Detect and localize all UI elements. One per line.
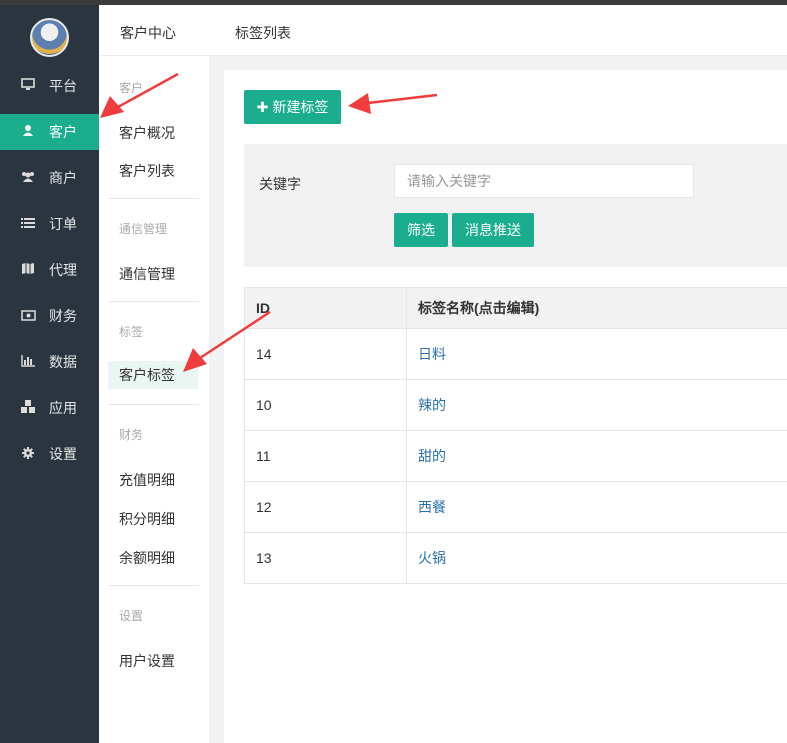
filter-panel: 关键字 筛选 消息推送 bbox=[244, 144, 787, 267]
cell-id: 14 bbox=[244, 328, 407, 380]
users-icon bbox=[18, 170, 38, 186]
divider bbox=[109, 404, 199, 405]
column-header-id: ID bbox=[244, 287, 407, 329]
subnav-group-title: 设置 bbox=[119, 609, 144, 623]
subnav-link-customer-tags[interactable]: 客户标签 bbox=[108, 361, 198, 389]
table-row: 14 日料 bbox=[244, 328, 787, 380]
sidebar-item-label: 代理 bbox=[49, 262, 77, 278]
new-tag-button-label: 新建标签 bbox=[272, 99, 329, 115]
sidebar-item-label: 平台 bbox=[49, 78, 77, 94]
subnav-group-title: 标签 bbox=[119, 325, 144, 339]
bar-chart-icon bbox=[18, 354, 38, 370]
table-header-row: ID 标签名称(点击编辑) bbox=[244, 287, 787, 329]
tag-table: ID 标签名称(点击编辑) 14 日料 10 辣的 11 甜的 12 西餐 13… bbox=[244, 287, 787, 584]
sidebar-item-data[interactable]: 数据 bbox=[0, 344, 99, 380]
money-icon bbox=[18, 309, 38, 324]
table-row: 13 火锅 bbox=[244, 532, 787, 584]
table-row: 12 西餐 bbox=[244, 481, 787, 533]
subnav-link-points-detail[interactable]: 积分明细 bbox=[119, 509, 175, 529]
subnav-link-balance-detail[interactable]: 余额明细 bbox=[119, 548, 175, 568]
table-row: 11 甜的 bbox=[244, 430, 787, 482]
divider bbox=[109, 301, 199, 302]
sidebar-item-label: 财务 bbox=[49, 308, 77, 324]
main-sidebar: 平台 客户 商户 订单 代理 财务 数据 应用 设置 bbox=[0, 5, 99, 743]
push-message-button[interactable]: 消息推送 bbox=[452, 213, 534, 247]
table-row: 10 辣的 bbox=[244, 379, 787, 431]
cell-id: 10 bbox=[244, 379, 407, 431]
cell-tag-name[interactable]: 西餐 bbox=[406, 481, 787, 533]
sidebar-item-finance[interactable]: 财务 bbox=[0, 298, 99, 334]
divider bbox=[109, 198, 199, 199]
cell-id: 13 bbox=[244, 532, 407, 584]
page-header: 客户中心 标签列表 bbox=[99, 5, 787, 56]
new-tag-button[interactable]: ✚ 新建标签 bbox=[244, 90, 341, 124]
filter-button[interactable]: 筛选 bbox=[394, 213, 448, 247]
sidebar-item-label: 商户 bbox=[49, 170, 77, 186]
subnav-link-customer-list[interactable]: 客户列表 bbox=[119, 161, 175, 181]
sidebar-item-agent[interactable]: 代理 bbox=[0, 252, 99, 288]
cell-id: 11 bbox=[244, 430, 407, 482]
cell-id: 12 bbox=[244, 481, 407, 533]
list-icon bbox=[18, 217, 38, 232]
sidebar-item-merchant[interactable]: 商户 bbox=[0, 160, 99, 196]
content-panel: ✚ 新建标签 关键字 筛选 消息推送 ID 标签名称(点击编辑) 14 日料 bbox=[224, 70, 787, 743]
sidebar-item-platform[interactable]: 平台 bbox=[0, 68, 99, 104]
sidebar-item-customer[interactable]: 客户 bbox=[0, 114, 99, 150]
subnav-group-title: 财务 bbox=[119, 428, 144, 442]
subnav-link-customer-overview[interactable]: 客户概况 bbox=[119, 123, 175, 143]
cell-tag-name[interactable]: 火锅 bbox=[406, 532, 787, 584]
sidebar-item-label: 应用 bbox=[49, 400, 77, 416]
subnav-group-title: 客户 bbox=[119, 81, 144, 95]
breadcrumb-tag-list[interactable]: 标签列表 bbox=[235, 23, 291, 43]
column-header-tag-name: 标签名称(点击编辑) bbox=[406, 287, 787, 329]
app-logo bbox=[30, 18, 69, 57]
keyword-label: 关键字 bbox=[259, 176, 301, 192]
gear-icon bbox=[18, 446, 38, 462]
map-icon bbox=[18, 262, 38, 278]
cell-tag-name[interactable]: 日料 bbox=[406, 328, 787, 380]
monitor-icon bbox=[18, 78, 38, 94]
user-icon bbox=[18, 124, 38, 140]
sidebar-item-label: 订单 bbox=[49, 216, 77, 232]
divider bbox=[109, 585, 199, 586]
keyword-input[interactable] bbox=[394, 164, 694, 198]
sidebar-item-label: 客户 bbox=[49, 124, 77, 140]
subnav-group-title: 通信管理 bbox=[119, 222, 168, 236]
sidebar-item-order[interactable]: 订单 bbox=[0, 206, 99, 242]
breadcrumb-customer-center[interactable]: 客户中心 bbox=[120, 23, 176, 43]
subnav-link-communication[interactable]: 通信管理 bbox=[119, 264, 175, 284]
cell-tag-name[interactable]: 甜的 bbox=[406, 430, 787, 482]
cubes-icon bbox=[18, 399, 38, 417]
cell-tag-name[interactable]: 辣的 bbox=[406, 379, 787, 431]
plus-icon: ✚ bbox=[256, 98, 269, 115]
subnav-link-recharge-detail[interactable]: 充值明细 bbox=[119, 470, 175, 490]
sidebar-item-label: 数据 bbox=[49, 354, 77, 370]
secondary-sidebar: 客户 客户概况 客户列表 通信管理 通信管理 标签 客户标签 财务 充值明细 积… bbox=[99, 5, 209, 743]
sidebar-item-app[interactable]: 应用 bbox=[0, 390, 99, 426]
sidebar-item-label: 设置 bbox=[49, 446, 77, 462]
main-content: ✚ 新建标签 关键字 筛选 消息推送 ID 标签名称(点击编辑) 14 日料 bbox=[209, 56, 787, 743]
subnav-link-user-settings[interactable]: 用户设置 bbox=[119, 651, 175, 671]
sidebar-item-settings[interactable]: 设置 bbox=[0, 436, 99, 472]
